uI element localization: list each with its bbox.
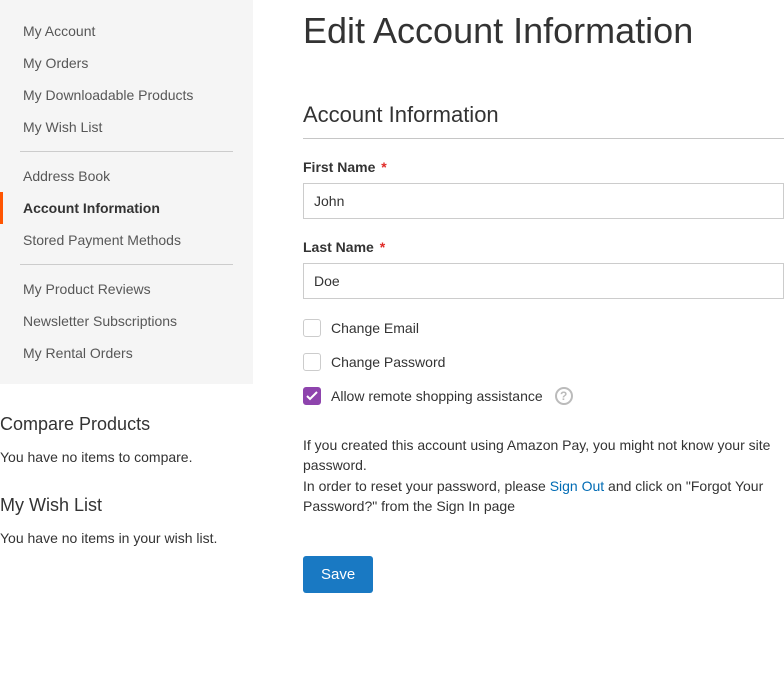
save-button[interactable]: Save: [303, 556, 373, 593]
nav-my-orders[interactable]: My Orders: [0, 47, 253, 79]
nav-my-account[interactable]: My Account: [0, 15, 253, 47]
last-name-label: Last Name *: [303, 239, 784, 255]
section-title: Account Information: [303, 102, 784, 139]
wish-list-empty: You have no items in your wish list.: [0, 530, 253, 546]
nav-rental-orders[interactable]: My Rental Orders: [0, 337, 253, 369]
nav-product-reviews[interactable]: My Product Reviews: [0, 273, 253, 305]
wish-list-block: My Wish List You have no items in your w…: [0, 495, 253, 546]
nav-downloadable-products[interactable]: My Downloadable Products: [0, 79, 253, 111]
first-name-input[interactable]: [303, 183, 784, 219]
compare-products-block: Compare Products You have no items to co…: [0, 414, 253, 465]
account-nav: My Account My Orders My Downloadable Pro…: [0, 0, 253, 384]
compare-products-title: Compare Products: [0, 414, 253, 435]
nav-divider: [20, 264, 233, 265]
compare-products-empty: You have no items to compare.: [0, 449, 253, 465]
allow-remote-checkbox[interactable]: [303, 387, 321, 405]
allow-remote-label: Allow remote shopping assistance: [331, 388, 543, 404]
change-email-label: Change Email: [331, 320, 419, 336]
help-icon[interactable]: ?: [555, 387, 573, 405]
change-password-checkbox[interactable]: [303, 353, 321, 371]
wish-list-title: My Wish List: [0, 495, 253, 516]
nav-divider: [20, 151, 233, 152]
nav-address-book[interactable]: Address Book: [0, 160, 253, 192]
nav-account-information[interactable]: Account Information: [0, 192, 253, 224]
change-email-checkbox[interactable]: [303, 319, 321, 337]
nav-newsletter-subscriptions[interactable]: Newsletter Subscriptions: [0, 305, 253, 337]
page-title: Edit Account Information: [303, 10, 784, 52]
nav-stored-payment-methods[interactable]: Stored Payment Methods: [0, 224, 253, 256]
change-password-label: Change Password: [331, 354, 445, 370]
nav-wish-list[interactable]: My Wish List: [0, 111, 253, 143]
last-name-input[interactable]: [303, 263, 784, 299]
amazon-pay-info: If you created this account using Amazon…: [303, 435, 784, 516]
first-name-label: First Name *: [303, 159, 784, 175]
required-asterisk: *: [377, 159, 386, 175]
sign-out-link[interactable]: Sign Out: [550, 478, 604, 494]
required-asterisk: *: [376, 239, 385, 255]
